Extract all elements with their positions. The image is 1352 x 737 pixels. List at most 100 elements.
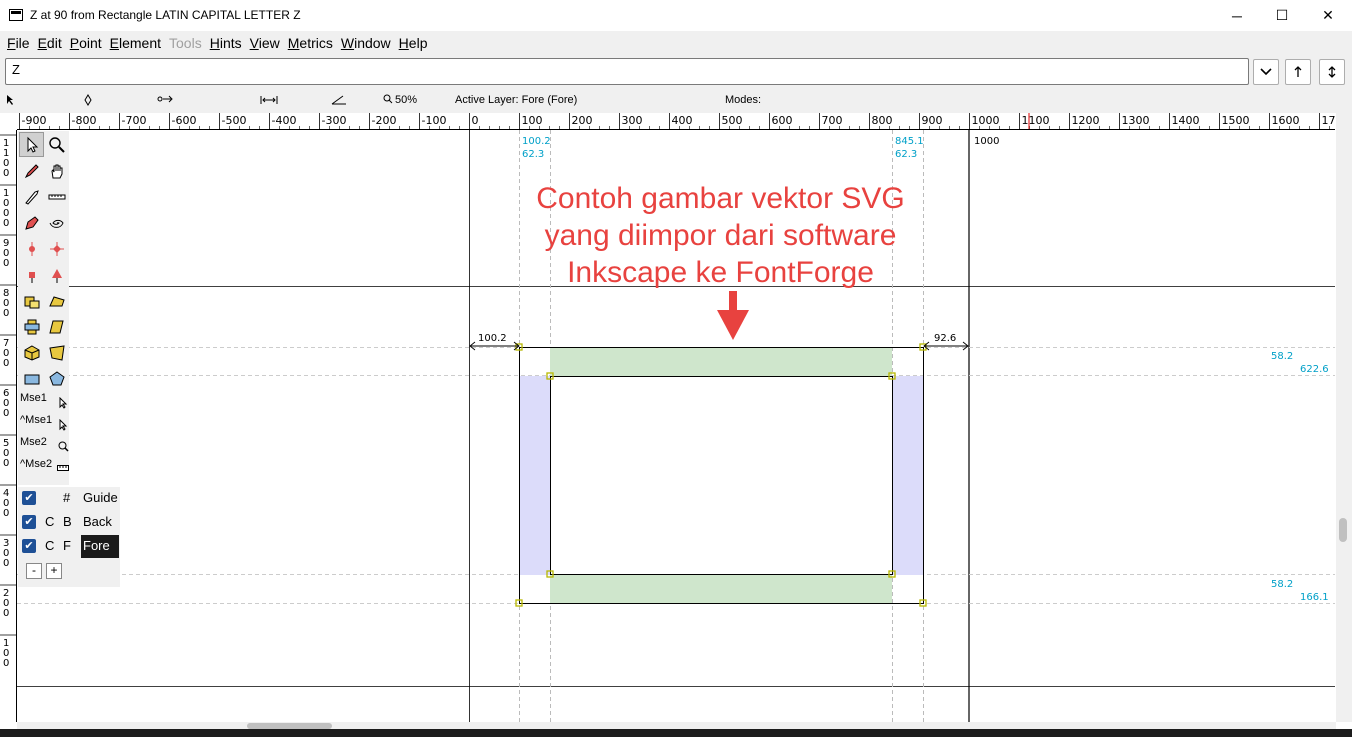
menu-edit[interactable]: Edit (38, 35, 62, 51)
vertical-scroll-thumb[interactable] (1339, 518, 1347, 542)
bottom-hint-b-label: 166.1 (1300, 592, 1329, 603)
ruler-label: 800 (872, 114, 893, 127)
ctrl-mouse1-arrow-icon (59, 419, 68, 431)
right-bearing-label: 92.6 (934, 333, 956, 344)
ruler-label: 1200 (1072, 114, 1100, 127)
perspective-tool[interactable] (44, 340, 69, 365)
pointer-icon (5, 94, 15, 109)
mouse1-label: Mse1 (20, 392, 47, 404)
menu-tools: Tools (169, 35, 202, 51)
ruler-tool[interactable] (44, 184, 69, 209)
ruler-label: -400 (272, 114, 297, 127)
ctrl-mouse2-ruler-icon (57, 465, 69, 471)
layer-row-guide[interactable]: ✔ # Guide (18, 487, 120, 509)
menu-point[interactable]: Point (70, 35, 102, 51)
layer-visible-checkbox[interactable]: ✔ (22, 491, 36, 505)
layer-row-fore[interactable]: ✔ C F Fore (18, 535, 120, 558)
ruler-label: 200 (3, 588, 9, 619)
hint-zone-bottom (550, 575, 892, 604)
pencil-icon (24, 163, 39, 178)
prev-char-button[interactable] (1285, 59, 1311, 85)
left-bearing-label: 100.2 (478, 333, 507, 344)
character-bar: Z (0, 55, 1352, 88)
rotate-tool[interactable] (44, 288, 69, 313)
hvcurve-point-icon (49, 241, 64, 256)
bottom-hint-a-label: 58.2 (1271, 579, 1293, 590)
ruler-label: -200 (372, 114, 397, 127)
perspective-icon (48, 344, 65, 361)
close-button[interactable]: ✕ (1305, 0, 1351, 31)
pen-tool[interactable] (19, 210, 44, 235)
layer-visible-checkbox[interactable]: ✔ (22, 515, 36, 529)
tangent-point-tool[interactable] (44, 262, 69, 287)
menu-view[interactable]: View (250, 35, 280, 51)
menu-help[interactable]: Help (399, 35, 428, 51)
cube-icon (24, 344, 39, 361)
remove-layer-button[interactable]: - (26, 563, 42, 579)
next-char-button[interactable] (1319, 59, 1345, 85)
polygon-tool[interactable] (44, 366, 69, 391)
zoom-level: 50% (395, 94, 418, 106)
vertical-scrollbar[interactable] (1336, 113, 1352, 722)
ruler-label: -300 (322, 114, 347, 127)
ruler-label: 100 (522, 114, 543, 127)
annotation-text: Contoh gambar vektor SVG yang diimpor da… (473, 180, 968, 291)
info-bar: 50% Active Layer: Fore (Fore) Modes: (0, 88, 1352, 113)
scroll-tool[interactable] (44, 158, 69, 183)
ruler-label: 1000 (3, 188, 9, 229)
layer-visible-checkbox[interactable]: ✔ (22, 539, 36, 553)
bbox-left-x-label: 100.2 (522, 136, 551, 147)
layer-name: Guide (83, 490, 118, 505)
ruler-label: 400 (672, 114, 693, 127)
3d-rotate-tool[interactable] (19, 340, 44, 365)
hand-icon (50, 164, 62, 178)
pencil-tool[interactable] (19, 158, 44, 183)
inner-contour (550, 376, 893, 575)
magnify-tool[interactable] (44, 132, 69, 157)
knife-tool[interactable] (19, 184, 44, 209)
point-type-icon (84, 94, 92, 109)
menu-metrics[interactable]: Metrics (288, 35, 333, 51)
ruler-label: 600 (3, 388, 9, 419)
character-input[interactable]: Z (5, 58, 1249, 85)
distance-icon (157, 94, 175, 109)
minimize-button[interactable]: ─ (1214, 0, 1260, 31)
annotation-arrow (717, 291, 749, 340)
annotation-line-3: Inkscape ke FontForge (567, 256, 874, 289)
scale-icon (24, 296, 39, 308)
pointer-tool[interactable] (19, 132, 44, 157)
dropdown-button[interactable] (1253, 59, 1279, 85)
menu-file[interactable]: File (7, 35, 30, 51)
spiral-icon (49, 219, 64, 228)
ruler-label: 800 (3, 288, 9, 319)
rectangle-tool[interactable] (19, 366, 44, 391)
annotation-line-2: yang diimpor dari software (544, 219, 897, 252)
spiro-tool[interactable] (44, 210, 69, 235)
polygon-icon (48, 370, 65, 385)
corner-point-tool[interactable] (19, 262, 44, 287)
horizontal-ruler: -900 -800 -700 -600 -500 -400 -300 -200 -100 0 100… (17, 113, 1335, 130)
top-hint-b-label: 622.6 (1300, 364, 1329, 375)
mouse2-label: Mse2 (20, 436, 47, 448)
menu-hints[interactable]: Hints (210, 35, 242, 51)
skew-icon (48, 320, 64, 333)
knife-icon (24, 189, 39, 205)
ruler-label: 500 (722, 114, 743, 127)
curve-point-tool[interactable] (19, 236, 44, 261)
menu-window[interactable]: Window (341, 35, 391, 51)
chevron-down-icon (1260, 68, 1272, 76)
arrow-updown-icon (1328, 66, 1336, 78)
hint-zone-top (550, 347, 892, 376)
hvcurve-point-tool[interactable] (44, 236, 69, 261)
menu-element[interactable]: Element (110, 35, 161, 51)
layer-row-back[interactable]: ✔ C B Back (18, 511, 120, 533)
add-layer-button[interactable]: + (46, 563, 62, 579)
scale-tool[interactable] (19, 288, 44, 313)
hint-zone-right (893, 376, 923, 575)
flip-tool[interactable] (19, 314, 44, 339)
maximize-button[interactable]: ☐ (1259, 0, 1305, 31)
corner-point-icon (28, 271, 35, 283)
ruler-label: 1600 (1272, 114, 1300, 127)
ruler-label: 900 (922, 114, 943, 127)
skew-tool[interactable] (44, 314, 69, 339)
